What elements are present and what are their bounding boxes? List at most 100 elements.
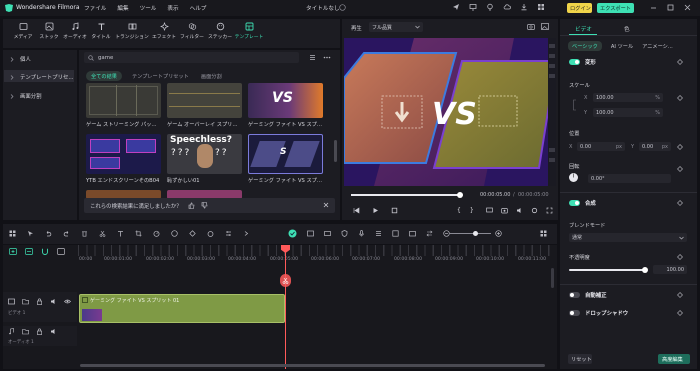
video-canvas[interactable]: VS (344, 38, 556, 186)
template-thumbnail[interactable]: Speechless? ??? ?? (167, 134, 242, 174)
step-back-icon[interactable] (353, 207, 360, 214)
tab-title[interactable]: タイトル (88, 22, 114, 40)
tab-filter[interactable]: フィルター (178, 22, 206, 40)
menu-view[interactable]: 表示 (167, 4, 178, 12)
filter-split-screen[interactable]: 画面分割 (199, 71, 224, 81)
keyframe-diamond-icon[interactable] (677, 292, 683, 298)
bulb-icon[interactable] (486, 3, 494, 11)
speed-icon[interactable] (153, 230, 160, 237)
select-tool-icon[interactable] (27, 230, 34, 237)
tab-audio[interactable]: オーディオ (62, 22, 88, 40)
folder-icon[interactable] (22, 328, 29, 335)
filter-all-results[interactable]: 全ての結果 (86, 71, 122, 81)
tab-transition[interactable]: トランジション (114, 22, 150, 40)
stabilize-icon[interactable] (392, 230, 399, 237)
opacity-slider-track[interactable] (569, 269, 645, 271)
media-library-icon[interactable] (307, 230, 314, 237)
snapshot-icon[interactable] (409, 230, 416, 237)
tab-media[interactable]: メディア (10, 22, 36, 40)
sidebar-item-personal[interactable]: 個人 (10, 55, 31, 63)
magnet-icon[interactable] (41, 248, 49, 255)
add-track-icon[interactable] (9, 248, 17, 255)
layout-icon[interactable] (9, 230, 16, 237)
volume-icon[interactable] (516, 207, 523, 214)
keyframe-diamond-icon[interactable] (677, 95, 683, 101)
mark-in-icon[interactable]: { (457, 207, 461, 214)
maximize-icon[interactable] (667, 4, 674, 11)
subtab-ai-tools[interactable]: AI ツール (611, 43, 633, 50)
monitor-icon[interactable] (486, 207, 493, 214)
zoom-in-icon[interactable] (495, 230, 502, 237)
more-options-icon[interactable] (323, 54, 331, 61)
timeline-horizontal-scrollbar[interactable] (80, 364, 545, 367)
crop-icon[interactable] (135, 230, 142, 237)
close-icon[interactable] (684, 4, 691, 11)
marker-icon[interactable] (57, 248, 65, 255)
link-icon[interactable] (572, 99, 577, 111)
timeline-clip[interactable]: ゲーミング ファイト VS スプリット 01 (79, 294, 285, 323)
sidebar-item-template-preset[interactable]: テンプレートプリセ... (10, 73, 74, 81)
lock-icon[interactable] (36, 328, 43, 335)
filter-template-preset[interactable]: テンプレートプリセット (130, 71, 191, 81)
adjust-icon[interactable] (225, 230, 232, 237)
filter-settings-icon[interactable] (309, 54, 316, 61)
subtab-basic[interactable]: ベーシック (568, 41, 602, 51)
swap-icon[interactable] (426, 230, 433, 237)
blend-mode-select[interactable]: 通常 (569, 233, 687, 242)
tab-stock[interactable]: ストック (36, 22, 62, 40)
quality-select[interactable]: フル品質 (369, 22, 423, 32)
keyframe-diamond-icon[interactable] (677, 166, 683, 172)
redo-icon[interactable] (63, 230, 70, 237)
ai-render-icon[interactable] (288, 229, 297, 238)
speaker-icon[interactable] (50, 298, 57, 305)
rotation-dial-icon[interactable] (568, 172, 579, 183)
snapshot-icon[interactable] (527, 23, 535, 30)
composite-toggle[interactable] (569, 200, 580, 206)
tab-sticker[interactable]: ステッカー (206, 22, 234, 40)
timeline-vertical-scrollbar[interactable] (551, 268, 554, 288)
library-scrollbar[interactable] (334, 140, 337, 162)
position-y-input[interactable]: 0.00 px (639, 142, 671, 151)
delete-icon[interactable] (81, 230, 88, 237)
microphone-icon[interactable] (358, 230, 365, 237)
more-icon[interactable] (243, 230, 250, 237)
template-thumbnail[interactable] (86, 83, 161, 118)
drop-shadow-toggle[interactable] (569, 310, 580, 316)
shield-icon[interactable] (341, 230, 348, 237)
play-icon[interactable] (372, 207, 379, 214)
link-clips-icon[interactable] (25, 248, 33, 255)
menu-tools[interactable]: ツール (140, 4, 157, 12)
zoom-slider-knob[interactable] (473, 231, 478, 236)
camera-icon[interactable] (501, 207, 508, 214)
settings-icon[interactable] (531, 207, 538, 214)
keyframe-diamond-icon[interactable] (677, 144, 683, 150)
thumbs-down-icon[interactable] (201, 202, 208, 209)
timeline-ruler[interactable]: 00:00 00:00:01:00 00:00:02:00 00:00:03:0… (78, 245, 550, 265)
tab-color[interactable]: 色 (624, 25, 630, 33)
tab-template[interactable]: テンプレート (234, 22, 264, 40)
send-icon[interactable] (452, 3, 460, 11)
minimize-icon[interactable] (650, 4, 657, 11)
scale-x-input[interactable]: 100.00% (593, 93, 663, 102)
opacity-slider-knob[interactable] (642, 267, 648, 273)
grid-icon[interactable] (537, 3, 545, 11)
menu-edit[interactable]: 編集 (117, 4, 128, 12)
image-icon[interactable] (541, 23, 549, 30)
search-input[interactable]: game (84, 52, 299, 63)
monitor-icon[interactable] (469, 3, 477, 11)
transform-toggle[interactable] (569, 59, 580, 65)
template-thumbnail[interactable]: S (248, 134, 323, 174)
sidebar-item-split-screen[interactable]: 画面分割 (10, 92, 42, 100)
keyframe-diamond-icon[interactable] (677, 310, 683, 316)
zoom-slider-track[interactable] (449, 233, 491, 234)
tab-video[interactable]: ビデオ (575, 25, 592, 33)
cloud-upload-icon[interactable] (503, 3, 511, 11)
project-title[interactable]: タイトルなし (306, 4, 340, 12)
subtab-animation[interactable]: アニメーシ... (642, 43, 673, 50)
stop-icon[interactable] (391, 207, 398, 214)
project-info-icon[interactable] (339, 4, 346, 11)
template-thumbnail[interactable] (167, 83, 242, 118)
menu-file[interactable]: ファイル (84, 4, 106, 12)
undo-icon[interactable] (45, 230, 52, 237)
menu-help[interactable]: ヘルプ (190, 4, 207, 12)
